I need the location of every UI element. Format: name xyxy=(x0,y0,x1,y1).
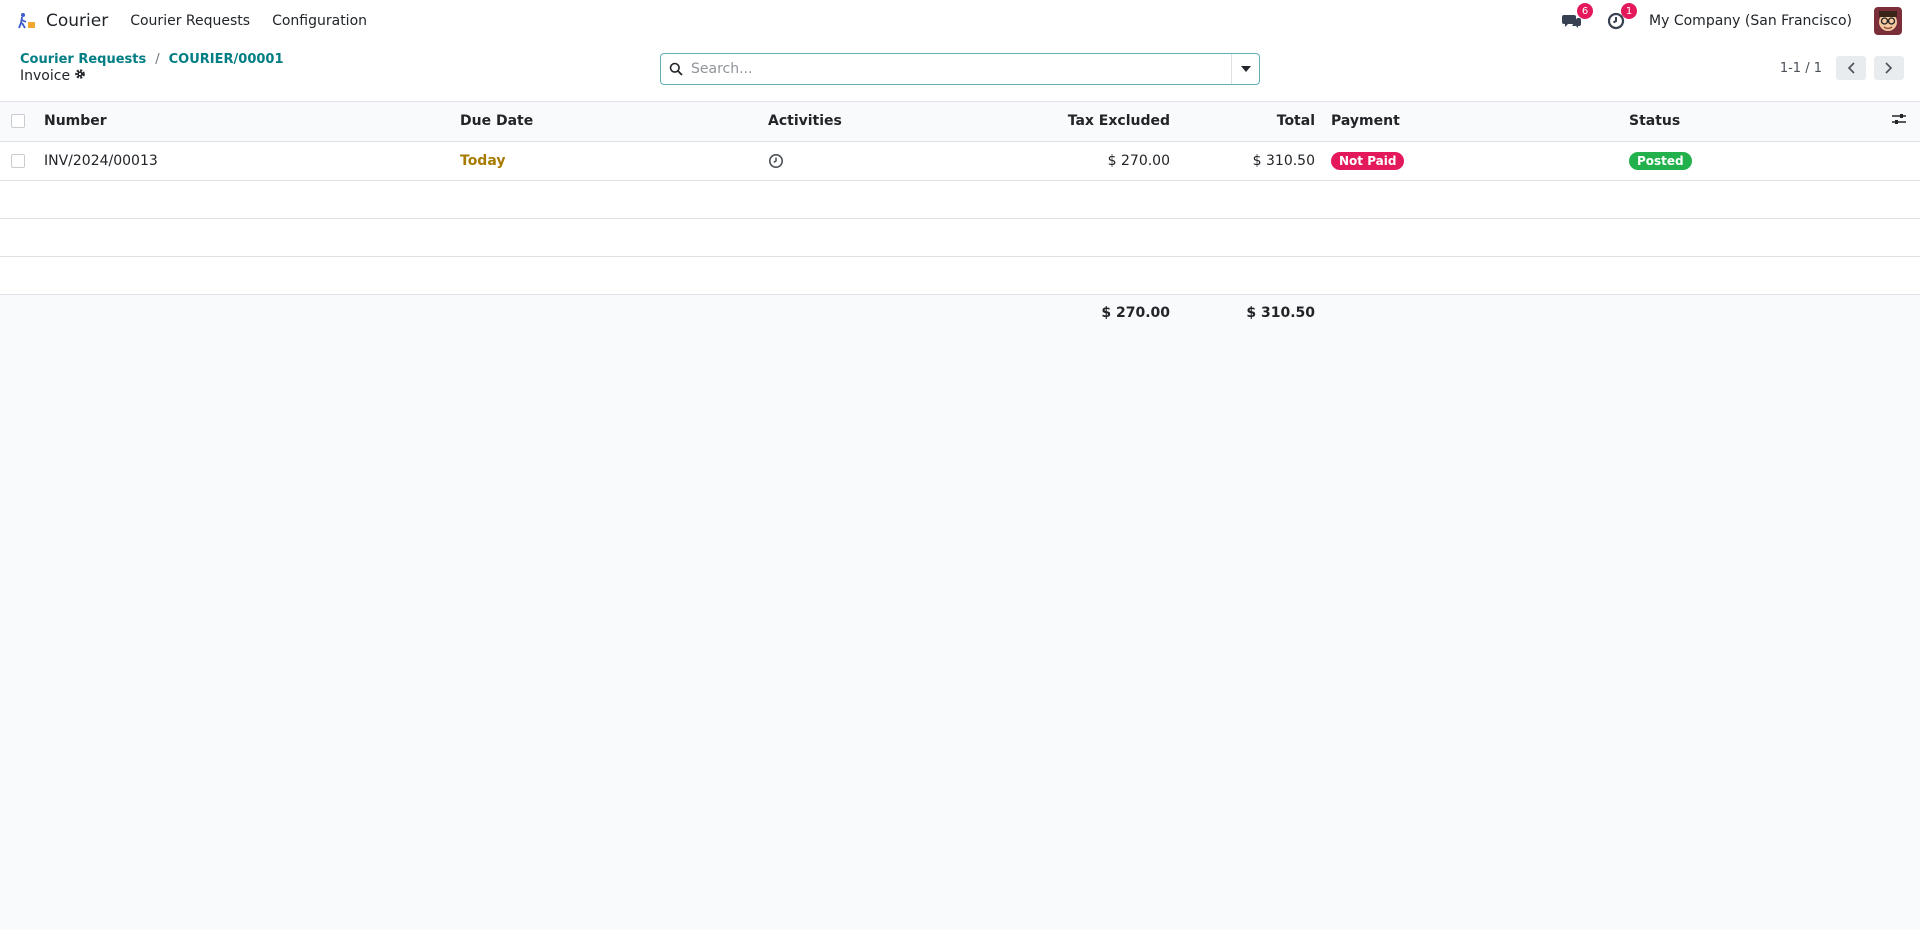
column-due-date[interactable]: Due Date xyxy=(452,102,760,141)
row-select-cell xyxy=(0,141,36,180)
chevron-right-icon xyxy=(1885,62,1893,74)
status-badge: Posted xyxy=(1629,151,1692,170)
optional-columns-cell xyxy=(1884,102,1920,141)
messages-button[interactable]: 6 xyxy=(1561,3,1594,31)
pager: 1-1 / 1 xyxy=(1780,56,1904,80)
caret-down-icon xyxy=(1240,66,1251,72)
column-activities[interactable]: Activities xyxy=(760,102,920,141)
activities-button[interactable]: 1 xyxy=(1605,3,1638,31)
empty-row xyxy=(0,218,1920,256)
search-icon xyxy=(661,62,691,76)
sliders-icon[interactable] xyxy=(1892,113,1906,129)
total-tax-excluded: $ 270.00 xyxy=(1101,305,1170,322)
search-bar xyxy=(660,53,1260,85)
messages-badge: 6 xyxy=(1577,3,1594,19)
page-title: Invoice xyxy=(20,68,86,84)
main-menu: Courier Requests Configuration xyxy=(130,13,367,29)
company-switcher[interactable]: My Company (San Francisco) xyxy=(1649,13,1852,29)
cell-payment: Not Paid xyxy=(1323,141,1621,180)
breadcrumb-separator: / xyxy=(155,52,160,67)
control-panel: Courier Requests / COURIER/00001 Invoice 1… xyxy=(0,42,1920,102)
empty-row xyxy=(0,256,1920,294)
app-brand[interactable]: Courier xyxy=(18,11,108,31)
activities-badge: 1 xyxy=(1621,3,1638,19)
empty-row xyxy=(0,180,1920,218)
menu-courier-requests[interactable]: Courier Requests xyxy=(130,13,250,29)
page-title-text: Invoice xyxy=(20,68,71,84)
cell-total: $ 310.50 xyxy=(1252,152,1315,169)
select-all-cell xyxy=(0,102,36,141)
search-input[interactable] xyxy=(691,54,1231,84)
table-row[interactable]: INV/2024/00013 Today $ 270.00 $ 310.50 N… xyxy=(0,141,1920,180)
select-all-checkbox[interactable] xyxy=(11,114,25,129)
pager-previous-button[interactable] xyxy=(1836,56,1866,80)
breadcrumb: Courier Requests / COURIER/00001 xyxy=(20,52,284,67)
cell-number: INV/2024/00013 xyxy=(44,152,158,169)
systray: 6 1 My Company (San Francisco) xyxy=(1561,3,1902,35)
total-amount: $ 310.50 xyxy=(1246,305,1315,322)
gear-icon[interactable] xyxy=(74,68,86,84)
row-checkbox[interactable] xyxy=(11,153,25,168)
courier-app-icon[interactable] xyxy=(18,12,36,30)
app-name[interactable]: Courier xyxy=(46,11,108,31)
cell-status: Posted xyxy=(1621,141,1884,180)
cell-due-date: Today xyxy=(460,152,506,169)
activity-clock-icon[interactable] xyxy=(768,153,784,169)
pager-next-button[interactable] xyxy=(1874,56,1904,80)
cell-tax-excluded: $ 270.00 xyxy=(1107,152,1170,169)
pager-value[interactable]: 1-1 / 1 xyxy=(1780,61,1822,76)
column-number[interactable]: Number xyxy=(36,102,452,141)
cell-empty xyxy=(1884,141,1920,180)
invoice-list: Number Due Date Activities Tax Excluded … xyxy=(0,102,1920,332)
breadcrumb-courier-requests[interactable]: Courier Requests xyxy=(20,52,146,67)
column-total[interactable]: Total xyxy=(1178,102,1323,141)
breadcrumb-courier-record[interactable]: COURIER/00001 xyxy=(169,52,284,67)
column-tax-excluded[interactable]: Tax Excluded xyxy=(920,102,1178,141)
top-navbar: Courier Courier Requests Configuration 6… xyxy=(0,0,1920,42)
column-payment[interactable]: Payment xyxy=(1323,102,1621,141)
user-avatar[interactable] xyxy=(1874,7,1902,35)
search-options-toggle[interactable] xyxy=(1231,54,1259,84)
column-status[interactable]: Status xyxy=(1621,102,1884,141)
cell-activities xyxy=(760,141,920,180)
table-header-row: Number Due Date Activities Tax Excluded … xyxy=(0,102,1920,141)
chevron-left-icon xyxy=(1847,62,1855,74)
menu-configuration[interactable]: Configuration xyxy=(272,13,367,29)
totals-row: $ 270.00 $ 310.50 xyxy=(0,294,1920,332)
payment-status-badge: Not Paid xyxy=(1331,151,1405,170)
